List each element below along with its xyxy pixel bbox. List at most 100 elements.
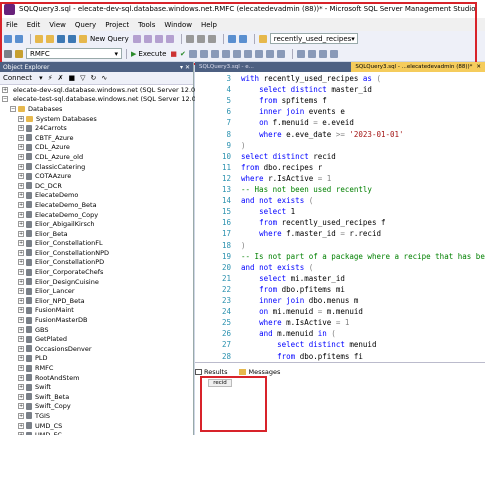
change-connection-icon[interactable] xyxy=(15,49,23,58)
tree-item-database[interactable]: + ElecateDemo_Beta xyxy=(0,200,193,210)
back-icon[interactable] xyxy=(4,34,12,43)
expand-icon[interactable]: + xyxy=(18,365,24,372)
results-to-file-icon[interactable] xyxy=(276,49,285,58)
code-line[interactable]: from spfitems f xyxy=(241,95,327,106)
tree-item-folder[interactable]: + System Databases xyxy=(0,114,193,124)
connect-icon[interactable] xyxy=(4,49,12,58)
expand-icon[interactable]: + xyxy=(18,393,24,400)
parse-icon[interactable]: ✔ xyxy=(180,50,186,58)
increase-indent-icon[interactable] xyxy=(329,49,338,58)
tree-item-database[interactable]: + Swift xyxy=(0,382,193,392)
tree-item-database[interactable]: + Elior_Lancer xyxy=(0,286,193,296)
expand-icon[interactable]: + xyxy=(18,153,24,160)
code-line[interactable]: and not exists ( xyxy=(241,195,313,206)
expand-icon[interactable]: + xyxy=(18,259,24,266)
tree-item-folder[interactable]: + elecate-dev-sql.database.windows.net (S… xyxy=(0,85,206,95)
code-line[interactable]: -- Has not been used recently xyxy=(241,184,372,195)
code-line[interactable]: select distinct recid xyxy=(241,151,336,162)
refresh-icon[interactable]: ↻ xyxy=(91,74,97,82)
database-combo[interactable]: RMFC ▾ xyxy=(26,48,122,59)
tree-item-database[interactable]: + GBS xyxy=(0,325,193,335)
expand-icon[interactable]: + xyxy=(18,249,24,256)
expand-icon[interactable]: + xyxy=(18,384,24,391)
menu-item-help[interactable]: Help xyxy=(201,21,217,29)
tree-item-database[interactable]: + Swift_Beta xyxy=(0,392,193,402)
new-query-button[interactable]: New Query xyxy=(79,34,129,43)
sql-editor[interactable]: 3 4 5 6 7 8 9 10 11 12 13 14 15 16 17 18 19 20 21 22 23 24 25 2… xyxy=(195,72,485,362)
open-file-icon[interactable] xyxy=(46,34,54,43)
tree-item-database[interactable]: + ClassicCatering xyxy=(0,162,193,172)
code-line[interactable]: on f.menuid = e.eveid xyxy=(241,117,354,128)
code-line[interactable]: where r.IsActive = 1 xyxy=(241,173,331,184)
menu-item-window[interactable]: Window xyxy=(164,21,192,29)
tree-item-database[interactable]: + CBTF_Azure xyxy=(0,133,193,143)
expand-icon[interactable]: + xyxy=(18,326,24,333)
expand-icon[interactable]: + xyxy=(18,355,24,362)
expand-icon[interactable]: + xyxy=(18,221,24,228)
menu-item-file[interactable]: File xyxy=(6,21,18,29)
expand-icon[interactable]: + xyxy=(18,412,24,419)
collapse-icon[interactable]: − xyxy=(10,105,16,112)
expand-icon[interactable]: + xyxy=(18,269,24,276)
find-icon[interactable] xyxy=(258,34,267,43)
cancel-query-icon[interactable]: ■ xyxy=(170,50,177,58)
tree-item-database[interactable]: + UMD_CS xyxy=(0,421,193,431)
connect-plug-icon[interactable]: ⚡ xyxy=(48,74,53,82)
tree-item-database[interactable]: + Elior_ConstellationFL xyxy=(0,239,193,249)
tree-item-database[interactable]: + GetPlated xyxy=(0,334,193,344)
paste-icon[interactable] xyxy=(207,34,216,43)
expand-icon[interactable]: + xyxy=(18,278,24,285)
expand-icon[interactable]: + xyxy=(18,297,24,304)
expand-icon[interactable]: + xyxy=(18,317,24,324)
query-type-icon[interactable] xyxy=(132,34,141,43)
tree-item-database[interactable]: + COTAAzure xyxy=(0,171,193,181)
query-type-icon[interactable] xyxy=(143,34,152,43)
tree-item-database[interactable]: + Elior_ConstellationNPD xyxy=(0,248,193,258)
find-combo[interactable]: recently_used_recipes ▾ xyxy=(269,33,358,44)
results-to-text-icon[interactable] xyxy=(254,49,263,58)
expand-icon[interactable]: + xyxy=(18,115,24,122)
collapse-icon[interactable]: − xyxy=(2,96,8,103)
code-line[interactable]: from dbo.pfitems fi xyxy=(241,351,363,362)
menu-item-tools[interactable]: Tools xyxy=(138,21,155,29)
expand-icon[interactable]: + xyxy=(18,432,24,435)
expand-icon[interactable]: + xyxy=(18,163,24,170)
tab-results[interactable]: Results xyxy=(195,368,233,376)
expand-icon[interactable]: + xyxy=(18,201,24,208)
query-type-icon[interactable] xyxy=(154,34,163,43)
disconnect-icon[interactable]: ✗ xyxy=(58,74,64,82)
code-line[interactable]: select distinct master_id xyxy=(241,84,372,95)
tree-item-database[interactable]: +24Carrots xyxy=(0,123,193,133)
tree-item-database[interactable]: + Elior_DesignCuisine xyxy=(0,277,193,287)
connect-button[interactable]: Connect ▾ xyxy=(3,74,43,82)
menu-item-view[interactable]: View xyxy=(49,21,66,29)
decrease-indent-icon[interactable] xyxy=(318,49,327,58)
expand-icon[interactable]: + xyxy=(18,230,24,237)
close-tab-icon[interactable]: ✕ xyxy=(476,64,481,70)
tree-item-database[interactable]: + ElecateDemo xyxy=(0,191,193,201)
tree-item-database[interactable]: + CDL_Azure_old xyxy=(0,152,193,162)
stop-icon[interactable]: ■ xyxy=(69,74,76,82)
tree-item-database[interactable]: + Swift_Copy xyxy=(0,402,193,412)
expand-icon[interactable]: + xyxy=(18,307,24,314)
tree-item-database[interactable]: + Elior_CorporateChefs xyxy=(0,267,193,277)
tree-item-database[interactable]: + RootAndStem xyxy=(0,373,193,383)
uncomment-icon[interactable] xyxy=(307,49,316,58)
tree-item-database[interactable]: + ElecateDemo_Copy xyxy=(0,210,193,220)
code-line[interactable]: select distinct menuid xyxy=(241,339,376,350)
code-line[interactable]: from dbo.recipes r xyxy=(241,162,322,173)
copy-icon[interactable] xyxy=(196,34,205,43)
tree-item-database[interactable]: + Elior_Beta xyxy=(0,229,193,239)
cut-icon[interactable] xyxy=(185,34,194,43)
tab-messages[interactable]: Messages xyxy=(239,368,286,376)
tree-item-database[interactable]: + Elior_NPD_Beta xyxy=(0,296,193,306)
filter-icon[interactable]: ▽ xyxy=(80,74,85,82)
results-column-header[interactable]: recid xyxy=(208,379,232,387)
display-plan-icon[interactable] xyxy=(188,49,197,58)
code-line[interactable]: and not exists ( xyxy=(241,262,313,273)
tab-sqlquery3-active[interactable]: SQLQuery3.sql - ...elecatedevadmin (88))… xyxy=(351,62,485,72)
live-stats-icon[interactable] xyxy=(232,49,241,58)
results-to-grid-icon[interactable] xyxy=(265,49,274,58)
expand-icon[interactable]: + xyxy=(18,144,24,151)
tree-item-database[interactable]: + PLD xyxy=(0,354,193,364)
